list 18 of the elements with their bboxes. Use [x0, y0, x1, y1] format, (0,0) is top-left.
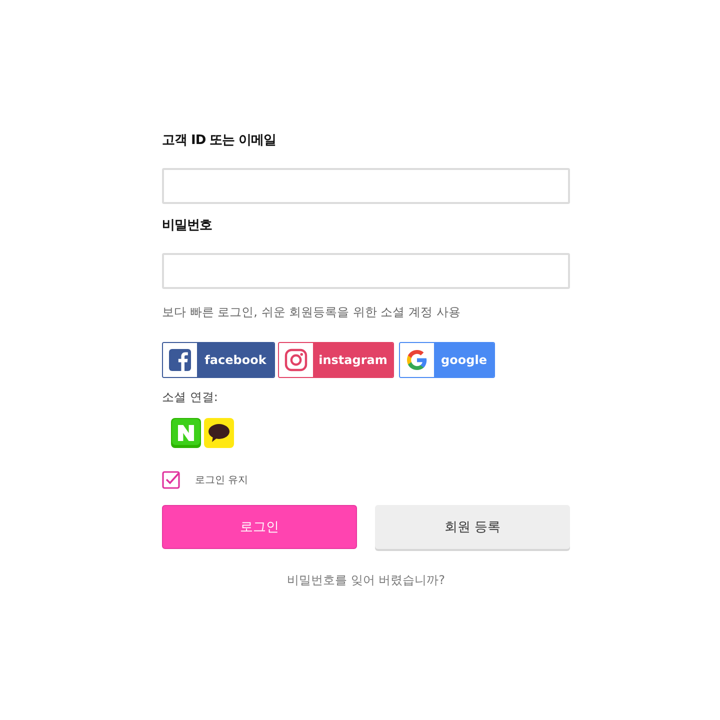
social-login-button[interactable]: google: [399, 342, 495, 378]
field-label: 고객 ID 또는 이메일: [162, 132, 276, 150]
input-field[interactable]: [162, 168, 570, 204]
social-hint: 보다 빠른 로그인, 쉬운 회원등록을 위한 소셜 계정 사용: [162, 304, 460, 320]
social-connect-label: 소셜 연결:: [162, 389, 218, 405]
login-button[interactable]: 로그인: [162, 505, 357, 549]
facebook-icon: [168, 348, 192, 372]
remember-label: 로그인 유지: [195, 474, 248, 487]
input-field[interactable]: [162, 253, 570, 289]
remember-checkbox[interactable]: [162, 471, 180, 489]
speech-bubble-icon[interactable]: [204, 418, 234, 448]
forgot-password-link[interactable]: 비밀번호를 잊어 버렸습니까?: [287, 572, 445, 588]
social-login-button[interactable]: instagram: [278, 342, 394, 378]
register-button[interactable]: 회원 등록: [375, 505, 570, 549]
field-label: 비밀번호: [162, 217, 212, 235]
social-login-button[interactable]: facebook: [162, 342, 275, 378]
camera-icon: [284, 348, 308, 372]
g-logo-icon: [405, 348, 429, 372]
